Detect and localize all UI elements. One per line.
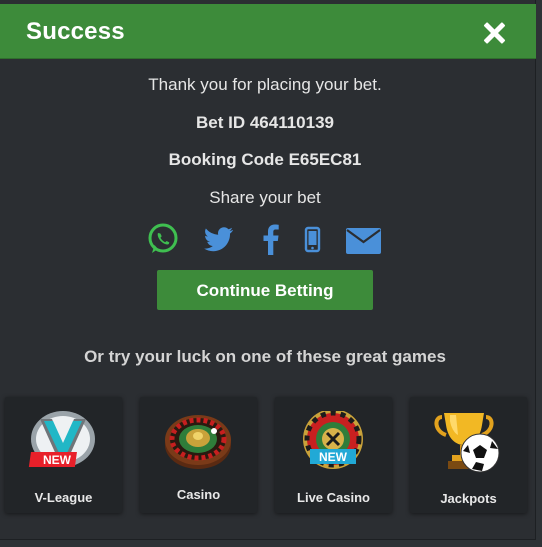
bet-id: Bet ID 464110139 [196,113,334,132]
twitter-icon[interactable] [202,222,236,256]
roulette-wheel-icon [165,415,231,469]
share-label: Share your bet [209,188,321,207]
v-league-logo-icon: NEW [28,411,95,467]
share-icons-row [146,222,386,258]
game-card-live-casino[interactable]: NEW Live Casino [275,397,392,513]
game-card-v-league[interactable]: NEW V-League [5,397,122,513]
v-league-badge: NEW [43,453,72,467]
game-card-jackpots[interactable]: Jackpots [410,397,527,513]
live-roulette-icon: NEW [303,411,363,469]
game-label-jackpots: Jackpots [440,491,497,506]
booking-code: Booking Code E65EC81 [168,150,362,169]
game-label-v-league: V-League [34,490,93,505]
live-casino-badge: NEW [319,450,348,464]
game-card-casino[interactable]: Casino [140,397,257,513]
game-label-casino: Casino [176,487,221,502]
game-label-live-casino: Live Casino [297,490,370,505]
email-icon[interactable] [345,222,383,256]
success-dialog: Success Thank you for placing your bet. … [0,0,536,540]
sms-icon[interactable] [303,222,323,256]
facebook-icon[interactable] [258,222,284,256]
trophy-ball-icon [434,413,500,473]
whatsapp-icon[interactable] [146,222,180,256]
dialog-header: Success [0,4,536,59]
close-button[interactable] [482,21,506,45]
thanks-message: Thank you for placing your bet. [148,75,382,94]
dialog-title: Success [26,18,125,45]
continue-betting-button[interactable]: Continue Betting [157,270,373,310]
promo-heading: Or try your luck on one of these great g… [84,347,446,366]
